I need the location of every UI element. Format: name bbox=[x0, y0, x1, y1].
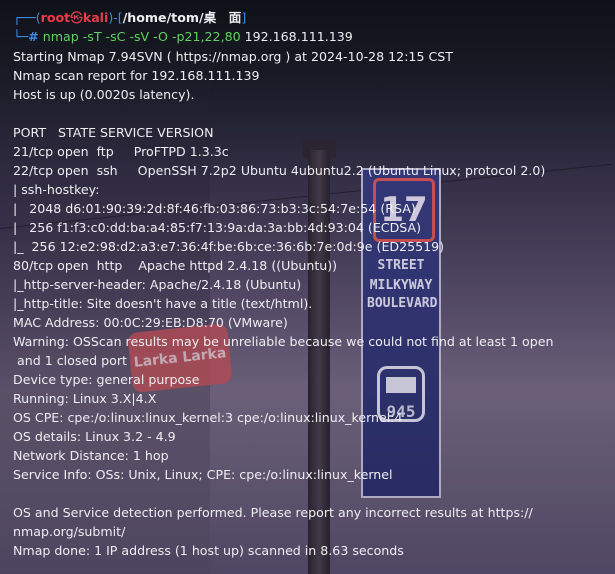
output-line: and 1 closed port bbox=[13, 353, 127, 368]
output-line: OS and Service detection performed. Plea… bbox=[13, 505, 533, 520]
terminal-output[interactable]: ┌──(root㉿kali)-[/home/tom/桌 面] └─# nmap … bbox=[0, 0, 615, 574]
prompt-bracket-close: ] bbox=[241, 10, 247, 25]
output-line: PORT STATE SERVICE VERSION bbox=[13, 125, 214, 140]
prompt-corner: ┌──( bbox=[13, 10, 41, 25]
output-line: |_http-server-header: Apache/2.4.18 (Ubu… bbox=[13, 277, 302, 292]
skull-icon: ㉿ bbox=[70, 10, 83, 25]
prompt-hash: # bbox=[28, 29, 39, 44]
output-line: Nmap done: 1 IP address (1 host up) scan… bbox=[13, 543, 404, 558]
output-line: Service Info: OSs: Unix, Linux; CPE: cpe… bbox=[13, 467, 393, 482]
prompt-line-2: └─# nmap -sT -sC -sV -O -p21,22,80 192.1… bbox=[13, 27, 353, 46]
prompt-line-1: ┌──(root㉿kali)-[/home/tom/桌 面] bbox=[13, 8, 246, 27]
output-line: 21/tcp open ftp ProFTPD 1.3.3c bbox=[13, 144, 229, 159]
prompt-corner-bottom: └─ bbox=[13, 29, 29, 44]
output-line: Starting Nmap 7.94SVN ( https://nmap.org… bbox=[13, 49, 453, 64]
output-line: | 2048 d6:01:90:39:2d:8f:46:fb:03:86:73:… bbox=[13, 201, 416, 216]
output-line: Host is up (0.0020s latency). bbox=[13, 87, 195, 102]
output-line: nmap.org/submit/ bbox=[13, 524, 126, 539]
output-line: OS CPE: cpe:/o:linux:linux_kernel:3 cpe:… bbox=[13, 410, 403, 425]
output-line: | 256 f1:f3:c0:dd:ba:a4:85:f7:13:9a:da:3… bbox=[13, 220, 422, 235]
output-line: 80/tcp open http Apache httpd 2.4.18 ((U… bbox=[13, 258, 338, 273]
output-line: Device type: general purpose bbox=[13, 372, 200, 387]
output-line: Network Distance: 1 hop bbox=[13, 448, 169, 463]
output-line: Nmap scan report for 192.168.111.139 bbox=[13, 68, 260, 83]
output-line: Running: Linux 3.X|4.X bbox=[13, 391, 157, 406]
prompt-user: root bbox=[40, 10, 71, 25]
output-line: | ssh-hostkey: bbox=[13, 182, 104, 197]
command-target: 192.168.111.139 bbox=[244, 29, 353, 44]
output-line: 22/tcp open ssh OpenSSH 7.2p2 Ubuntu 4ub… bbox=[13, 163, 546, 178]
output-line: Warning: OSScan results may be unreliabl… bbox=[13, 334, 554, 349]
prompt-host: kali bbox=[82, 10, 109, 25]
output-line: MAC Address: 00:0C:29:EB:D8:70 (VMware) bbox=[13, 315, 288, 330]
output-line: |_http-title: Site doesn't have a title … bbox=[13, 296, 313, 311]
command-name: nmap bbox=[42, 29, 79, 44]
command-flags: -sT -sC -sV -O -p21,22,80 bbox=[82, 29, 241, 44]
output-line: |_ 256 12:e2:98:d2:a3:e7:36:4f:be:6b:ce:… bbox=[13, 239, 445, 254]
output-line: OS details: Linux 3.2 - 4.9 bbox=[13, 429, 176, 444]
prompt-separator: )-[ bbox=[108, 10, 123, 25]
prompt-path: /home/tom/桌 面 bbox=[122, 10, 242, 25]
